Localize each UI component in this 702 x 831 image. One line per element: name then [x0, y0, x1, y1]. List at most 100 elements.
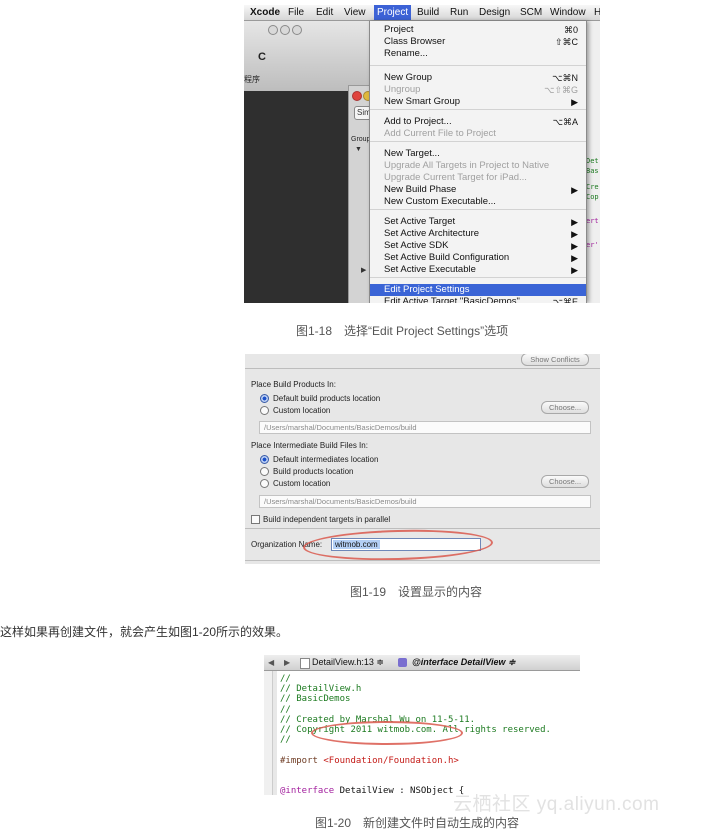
radio-label: Custom location: [273, 479, 331, 488]
radio-build-products-location[interactable]: [260, 467, 269, 476]
menu-item-label: Add to Project...: [384, 116, 452, 127]
menu-item-shortcut: ⌥⌘E: [552, 297, 578, 303]
menu-item-label: Edit Active Target "BasicDemos": [384, 296, 520, 303]
radio-default-build-products[interactable]: [260, 394, 269, 403]
menu-item-label: Add Current File to Project: [384, 128, 496, 139]
code-fragment: Cop: [586, 193, 599, 201]
code-text: DetailView : NSObject {: [334, 786, 465, 795]
menu-item[interactable]: New Custom Executable...: [370, 196, 586, 208]
symbol-popup[interactable]: @interface DetailView ≑: [412, 655, 516, 670]
menu-item: Upgrade Current Target for iPad...: [370, 172, 586, 184]
minimize-icon[interactable]: [280, 25, 290, 35]
menu-item-label: Set Active SDK: [384, 240, 449, 251]
code-line: //: [280, 704, 291, 715]
editor-navigation-bar: ◀ ▶ DetailView.h:13 ≑ @interface DetailV…: [264, 655, 580, 671]
intermediate-heading: Place Intermediate Build Files In:: [251, 441, 368, 450]
menu-separator: [370, 141, 586, 142]
code-line: #import <Foundation/Foundation.h>: [280, 756, 459, 766]
code-fragment: er': [586, 241, 599, 249]
radio-label: Custom location: [273, 406, 331, 415]
menu-item[interactable]: New Target...: [370, 148, 586, 160]
body-paragraph: 这样如果再创建文件，就会产生如图1-20所示的效果。: [0, 625, 289, 639]
close-icon[interactable]: [352, 91, 362, 101]
menu-item[interactable]: Edit Active Target "BasicDemos" ⌥⌘E: [370, 296, 586, 303]
menu-item: Ungroup ⌥⇧⌘G: [370, 84, 586, 96]
choose-button[interactable]: Choose...: [541, 401, 589, 414]
code-line: //: [280, 735, 291, 746]
menu-item[interactable]: Set Active Target ▶: [370, 216, 586, 228]
menu-help[interactable]: H: [594, 5, 600, 20]
radio-label: Default build products location: [273, 394, 381, 403]
groups-header: Group: [351, 136, 371, 143]
submenu-arrow-icon: ▶: [571, 217, 578, 227]
choose-button[interactable]: Choose...: [541, 475, 589, 488]
menu-item-label: New Group: [384, 72, 433, 83]
menu-item[interactable]: New Group ⌥⌘N: [370, 72, 586, 84]
menu-item[interactable]: Project ⌘0: [370, 24, 586, 36]
menu-item[interactable]: Rename...: [370, 48, 586, 60]
include-path: <Foundation/Foundation.h>: [323, 755, 459, 766]
submenu-arrow-icon: ▶: [571, 97, 578, 107]
forward-arrow-icon[interactable]: ▶: [284, 655, 290, 670]
radio-custom-build-products[interactable]: [260, 406, 269, 415]
divider: [245, 560, 600, 561]
close-icon[interactable]: [268, 25, 278, 35]
menu-edit[interactable]: Edit: [316, 5, 333, 20]
menu-item: Upgrade All Targets in Project to Native: [370, 160, 586, 172]
menu-item-shortcut: ⇧⌘C: [554, 37, 578, 47]
file-icon: [300, 658, 310, 669]
back-arrow-icon[interactable]: ◀: [268, 655, 274, 670]
menu-bar: Xcode File Edit View Project Build Run D…: [244, 5, 600, 21]
menu-run[interactable]: Run: [450, 5, 468, 20]
disclosure-triangle-icon[interactable]: ▼: [355, 146, 362, 153]
menu-item-label: Set Active Executable: [384, 264, 476, 275]
radio-custom-intermediates[interactable]: [260, 479, 269, 488]
figure-1-18-screenshot: Xcode File Edit View Project Build Run D…: [244, 5, 600, 303]
menu-item[interactable]: Set Active Executable ▶: [370, 264, 586, 276]
menu-design[interactable]: Design: [479, 5, 510, 20]
code-line: // DetailView.h: [280, 684, 362, 695]
menu-view[interactable]: View: [344, 5, 366, 20]
submenu-arrow-icon: ▶: [571, 253, 578, 263]
menu-item-label: Set Active Target: [384, 216, 456, 227]
figure-1-19-screenshot: Show Conflicts Place Build Products In: …: [245, 354, 600, 564]
menu-item[interactable]: New Build Phase ▶: [370, 184, 586, 196]
menu-window[interactable]: Window: [550, 5, 586, 20]
figure-1-20-screenshot: ◀ ▶ DetailView.h:13 ≑ @interface DetailV…: [264, 655, 580, 795]
code-line: //: [280, 674, 291, 684]
keyword: @interface: [280, 786, 335, 795]
menu-separator: [370, 277, 586, 278]
radio-default-intermediates[interactable]: [260, 455, 269, 464]
submenu-arrow-icon: ▶: [571, 185, 578, 195]
menu-item[interactable]: Set Active Architecture ▶: [370, 228, 586, 240]
menu-file[interactable]: File: [288, 5, 304, 20]
build-products-path-field[interactable]: /Users/marshal/Documents/BasicDemos/buil…: [259, 421, 591, 434]
menu-item-shortcut: ⌥⌘N: [552, 73, 578, 83]
menu-item-label: Class Browser: [384, 36, 446, 47]
sidebar-label: 程序: [244, 75, 260, 84]
menu-item-label: Upgrade All Targets in Project to Native: [384, 160, 550, 171]
menu-build[interactable]: Build: [417, 5, 439, 20]
radio-label: Build products location: [273, 467, 354, 476]
menu-item[interactable]: Edit Project Settings: [370, 284, 586, 296]
fold-ribbon: [273, 671, 277, 795]
menu-project[interactable]: Project: [374, 5, 412, 20]
show-conflicts-button[interactable]: Show Conflicts: [521, 354, 589, 366]
menu-item-label: New Build Phase: [384, 184, 457, 195]
parallel-build-checkbox[interactable]: [251, 515, 260, 524]
code-line: @interface DetailView : NSObject {: [280, 786, 464, 795]
menu-xcode[interactable]: Xcode: [250, 5, 280, 20]
file-popup[interactable]: DetailView.h:13 ≑: [312, 655, 384, 670]
intermediates-path-field[interactable]: /Users/marshal/Documents/BasicDemos/buil…: [259, 495, 591, 508]
zoom-icon[interactable]: [292, 25, 302, 35]
code-fragment: ert: [586, 217, 599, 225]
disclosure-triangle-icon[interactable]: ▶: [361, 266, 366, 274]
menu-item[interactable]: Class Browser ⇧⌘C: [370, 36, 586, 48]
menu-item[interactable]: New Smart Group ▶: [370, 96, 586, 108]
menu-item[interactable]: Set Active Build Configuration ▶: [370, 252, 586, 264]
menu-item[interactable]: Set Active SDK ▶: [370, 240, 586, 252]
menu-scm[interactable]: SCM: [520, 5, 542, 20]
toolbar-glyph: C: [258, 51, 266, 63]
menu-item[interactable]: Add to Project... ⌥⌘A: [370, 116, 586, 128]
code-fragment: Cre: [586, 183, 599, 191]
